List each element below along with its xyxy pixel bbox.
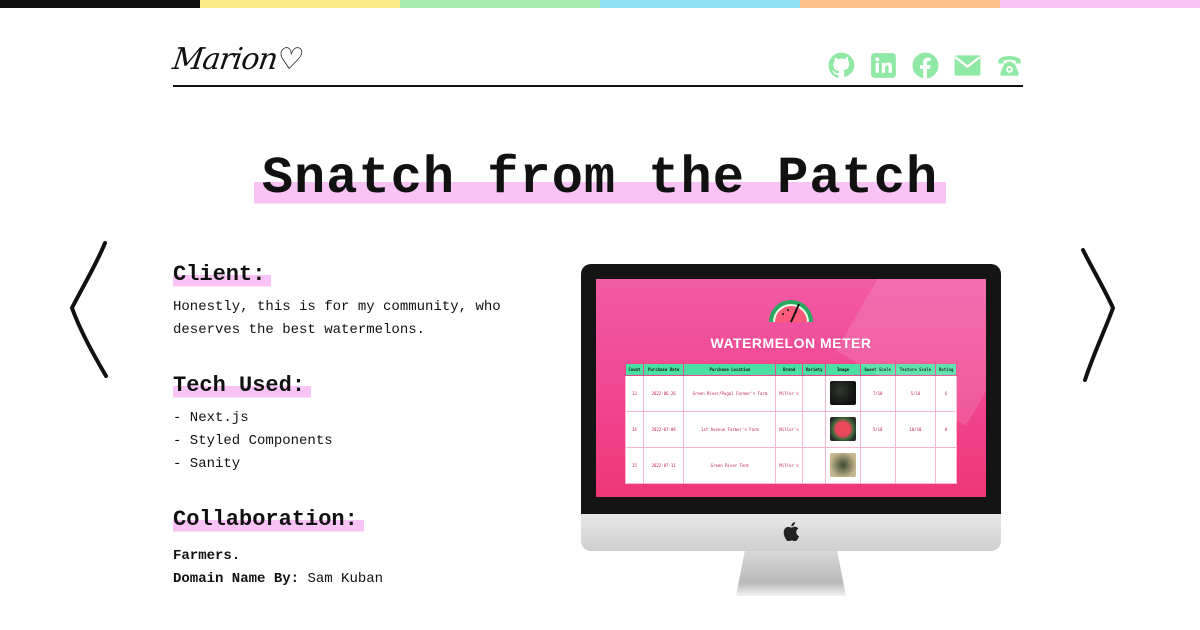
phone-link[interactable]: [996, 52, 1023, 79]
tech-heading: Tech Used:: [173, 373, 312, 399]
table-cell: [825, 447, 861, 484]
phone-icon: [998, 55, 1021, 76]
column-header: Count: [625, 363, 644, 376]
title-section: Snatch from the Patch: [0, 150, 1200, 208]
table-cell: [801, 411, 827, 448]
table-cell: 5/10: [859, 411, 896, 448]
project-screenshot-monitor: WATERMELON METER Count Purchase Date Pur…: [581, 264, 1001, 599]
table-cell: [825, 375, 861, 412]
stripe-blue: [600, 0, 800, 8]
column-header: Variety: [801, 363, 827, 376]
table-cell: Miller's: [775, 447, 803, 484]
table-row: 14 2022-07-09 1st Avenue Farmer's Farm M…: [625, 411, 957, 448]
table-cell: [935, 447, 957, 484]
table-cell: 13: [625, 375, 644, 412]
domain-label: Domain Name By:: [173, 571, 300, 587]
tech-list: - Next.js - Styled Components - Sanity: [173, 407, 553, 476]
collaboration-section: Collaboration: Farmers. Domain Name By: …: [173, 507, 553, 591]
list-item: - Sanity: [173, 456, 241, 472]
chevron-right-icon: [1081, 248, 1116, 382]
table-cell: [801, 447, 827, 484]
client-text: Honestly, this is for my community, who …: [173, 299, 501, 338]
monitor-screen: WATERMELON METER Count Purchase Date Pur…: [596, 279, 986, 497]
table-cell: [801, 375, 827, 412]
table-cell: [825, 411, 861, 448]
watermelon-logo-icon: [769, 300, 813, 323]
apple-logo-icon: [783, 522, 799, 541]
table-cell: 2022-07-09: [642, 411, 685, 448]
email-link[interactable]: [954, 52, 981, 79]
column-header: Image: [825, 363, 861, 376]
linkedin-icon: [871, 53, 896, 78]
table-cell: 1st Avenue Farmer's Farm: [683, 411, 777, 448]
watermelon-photo-icon: [830, 453, 856, 477]
table-cell: 15: [625, 447, 644, 484]
github-icon: [828, 52, 855, 78]
table-row: 15 2022-07-11 Green River Tent Miller's: [625, 447, 957, 484]
table-cell: Green River/Pugal Farmer's Farm: [683, 375, 777, 412]
collaboration-line-1: Farmers.: [173, 548, 241, 564]
mail-icon: [954, 55, 981, 76]
chevron-left-icon: [69, 241, 108, 378]
table-cell: Green River Tent: [683, 447, 777, 484]
stripe-orange: [800, 0, 1000, 8]
list-item: - Next.js: [173, 410, 249, 426]
table-cell: [859, 447, 896, 484]
site-logo-link[interactable]: Marion♡: [171, 40, 306, 82]
collaboration-heading: Collaboration:: [173, 507, 364, 533]
previous-project-arrow[interactable]: [68, 240, 118, 385]
table-cell: 2022-06-26: [642, 375, 685, 412]
client-section: Client: Honestly, this is for my communi…: [173, 262, 553, 342]
table-cell: Miller's: [775, 411, 803, 448]
logo-text: Marion♡: [170, 42, 306, 77]
next-project-arrow[interactable]: [1075, 240, 1125, 385]
facebook-icon: [912, 52, 939, 79]
table-cell: 2022-07-11: [642, 447, 685, 484]
site-header: Marion♡: [171, 40, 1023, 87]
monitor-chin: [581, 514, 1001, 551]
social-links: [828, 52, 1023, 79]
monitor-bezel: WATERMELON METER Count Purchase Date Pur…: [581, 264, 1001, 514]
tech-section: Tech Used: - Next.js - Styled Components…: [173, 373, 553, 476]
domain-value: Sam Kuban: [307, 571, 384, 587]
table-cell: 10/10: [894, 411, 937, 448]
stripe-black: [0, 0, 200, 8]
watermelon-photo-icon: [830, 381, 856, 405]
column-header: Brand: [775, 363, 803, 376]
color-stripe-bar: [0, 0, 1200, 8]
client-heading: Client:: [173, 262, 272, 288]
table-cell: 14: [625, 411, 644, 448]
collaboration-text: Farmers. Domain Name By: Sam Kuban: [173, 545, 553, 591]
table-cell: Miller's: [775, 375, 803, 412]
page-title: Snatch from the Patch: [253, 150, 947, 208]
monitor-stand: [736, 551, 846, 596]
stripe-pink: [1000, 0, 1200, 8]
github-link[interactable]: [828, 52, 855, 79]
watermelon-photo-icon: [830, 417, 856, 441]
stripe-yellow: [200, 0, 400, 8]
table-cell: [894, 447, 937, 484]
list-item: - Styled Components: [173, 433, 333, 449]
facebook-link[interactable]: [912, 52, 939, 79]
column-header: Purchase Date: [642, 363, 685, 376]
linkedin-link[interactable]: [870, 52, 897, 79]
column-header: Purchase Location: [683, 363, 777, 376]
stripe-green: [400, 0, 600, 8]
